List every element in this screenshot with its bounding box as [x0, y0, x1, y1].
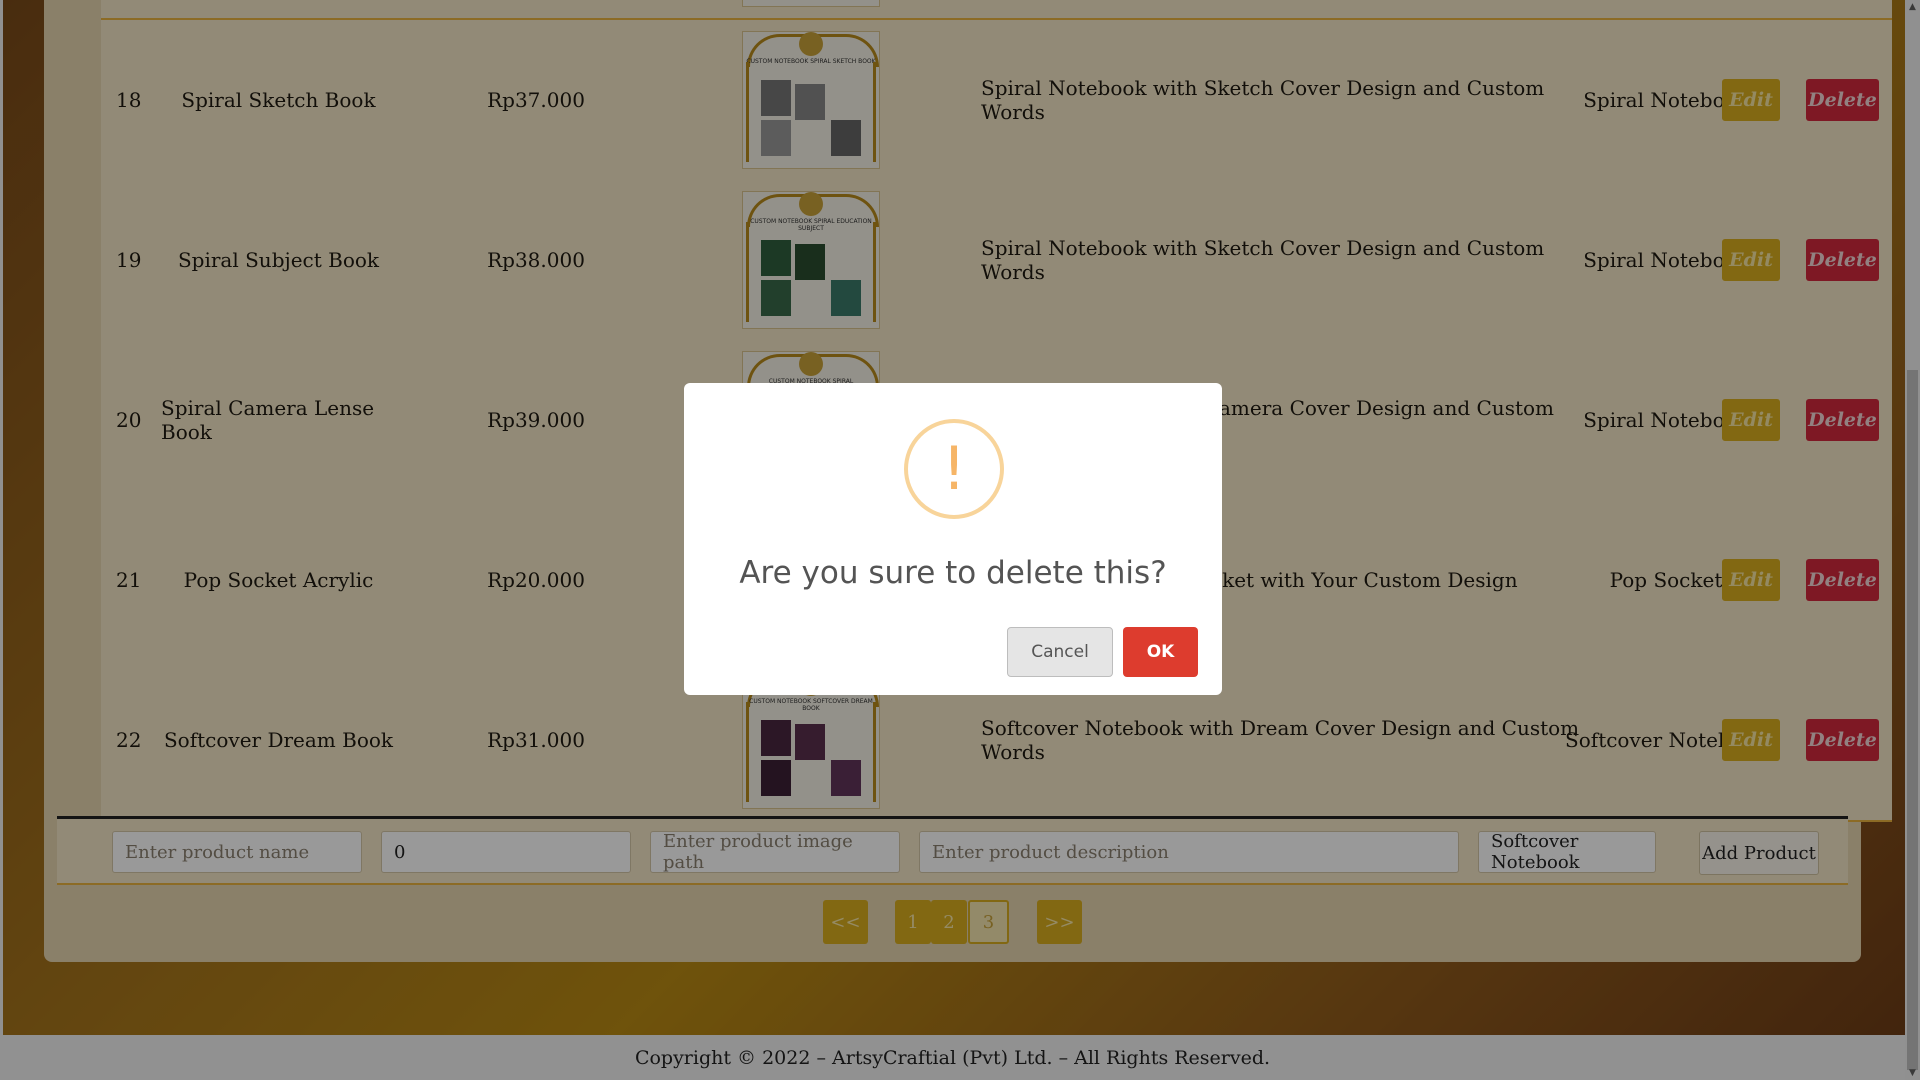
warning-icon: ! [904, 419, 1004, 519]
confirm-dialog: ! Are you sure to delete this? Cancel OK [684, 383, 1222, 695]
cancel-button[interactable]: Cancel [1007, 627, 1113, 677]
ok-button[interactable]: OK [1123, 627, 1198, 677]
dialog-title: Are you sure to delete this? [739, 555, 1167, 591]
